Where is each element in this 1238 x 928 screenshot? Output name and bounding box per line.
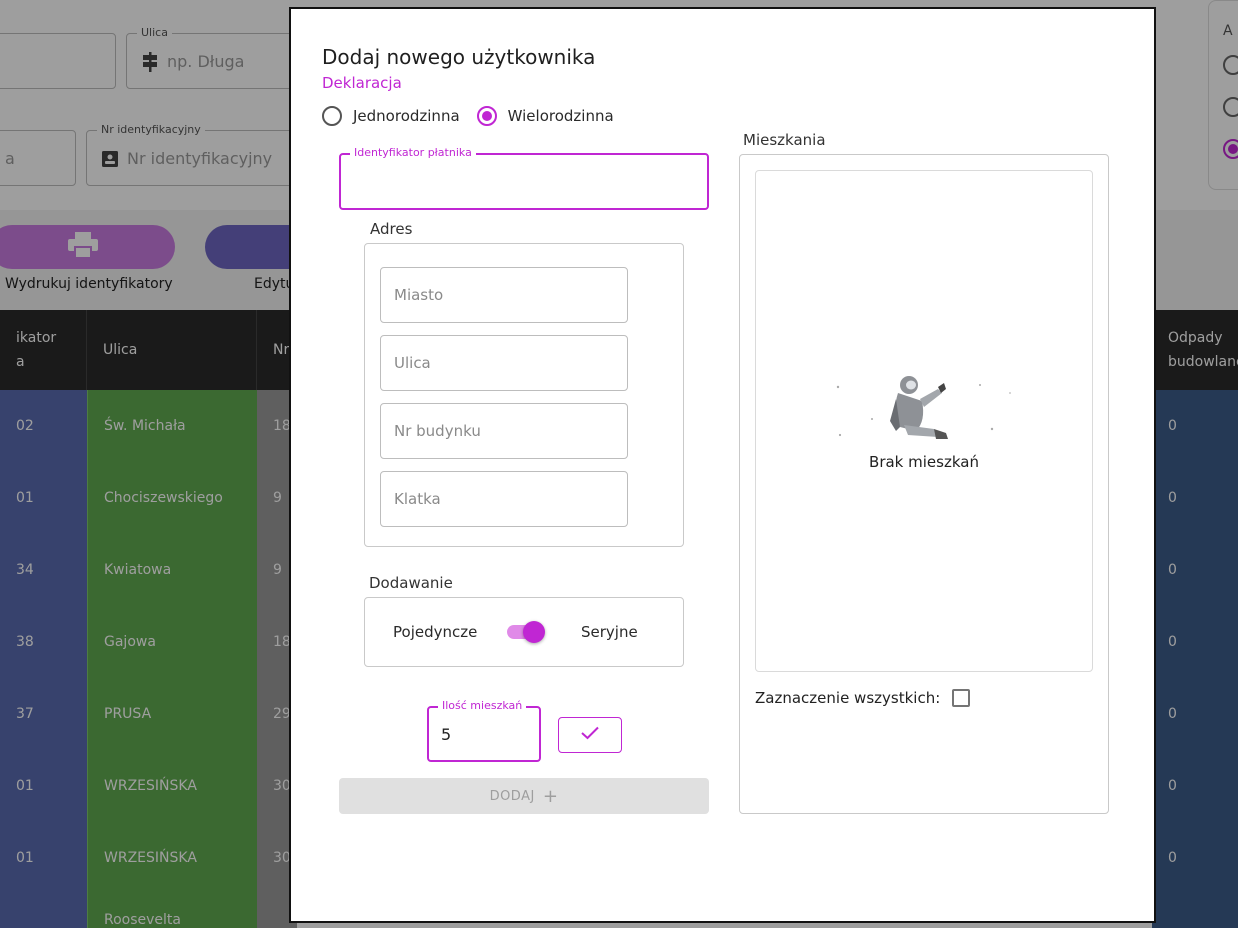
plus-icon: + — [542, 785, 559, 807]
adding-section-label: Dodawanie — [369, 574, 453, 592]
add-user-dialog: Dodaj nowego użytkownika Deklaracja Jedn… — [289, 7, 1156, 923]
apartment-count-label: Ilość mieszkań — [438, 699, 527, 712]
apartments-section-label: Mieszkania — [743, 131, 826, 149]
add-button[interactable]: DODAJ + — [339, 778, 709, 814]
serial-mode-switch-thumb[interactable] — [523, 621, 545, 643]
building-number-input[interactable]: Nr budynku — [380, 403, 628, 459]
staircase-input[interactable]: Klatka — [380, 471, 628, 527]
confirm-count-button[interactable] — [558, 717, 622, 753]
mode-serial-label: Seryjne — [581, 623, 638, 641]
apartments-panel: Brak mieszkań Zaznaczenie wszystkich: — [739, 154, 1109, 814]
apartments-list: Brak mieszkań — [755, 170, 1093, 672]
astronaut-empty-icon — [834, 371, 1014, 455]
mode-single-label: Pojedyncze — [393, 623, 478, 641]
select-all-row: Zaznaczenie wszystkich: — [755, 689, 971, 707]
apartment-count-value: 5 — [441, 724, 452, 744]
payer-id-input[interactable]: Identyfikator płatnika — [339, 146, 709, 210]
radio-single-family-label[interactable]: Jednorodzinna — [353, 107, 460, 125]
radio-multi-family[interactable] — [476, 106, 497, 126]
address-group: Miasto Ulica Nr budynku Klatka — [364, 243, 684, 547]
radio-single-family[interactable] — [322, 106, 342, 126]
address-section-label: Adres — [370, 220, 413, 238]
payer-id-label: Identyfikator płatnika — [350, 146, 476, 159]
declaration-type-group: Jednorodzinna Wielorodzinna — [322, 106, 631, 126]
street-input[interactable]: Ulica — [380, 335, 628, 391]
confirm-check-icon — [580, 725, 600, 745]
select-all-label: Zaznaczenie wszystkich: — [755, 689, 941, 707]
apartment-count-input[interactable]: Ilość mieszkań 5 — [427, 699, 541, 762]
radio-multi-family-label[interactable]: Wielorodzinna — [508, 107, 614, 125]
dialog-title: Dodaj nowego użytkownika — [322, 45, 596, 69]
select-all-checkbox[interactable] — [952, 689, 971, 707]
dialog-subtitle: Deklaracja — [322, 74, 402, 92]
empty-apartments-text: Brak mieszkań — [869, 453, 979, 471]
add-button-label: DODAJ — [489, 788, 535, 804]
adding-mode-group: Pojedyncze Seryjne — [364, 597, 684, 667]
city-input[interactable]: Miasto — [380, 267, 628, 323]
